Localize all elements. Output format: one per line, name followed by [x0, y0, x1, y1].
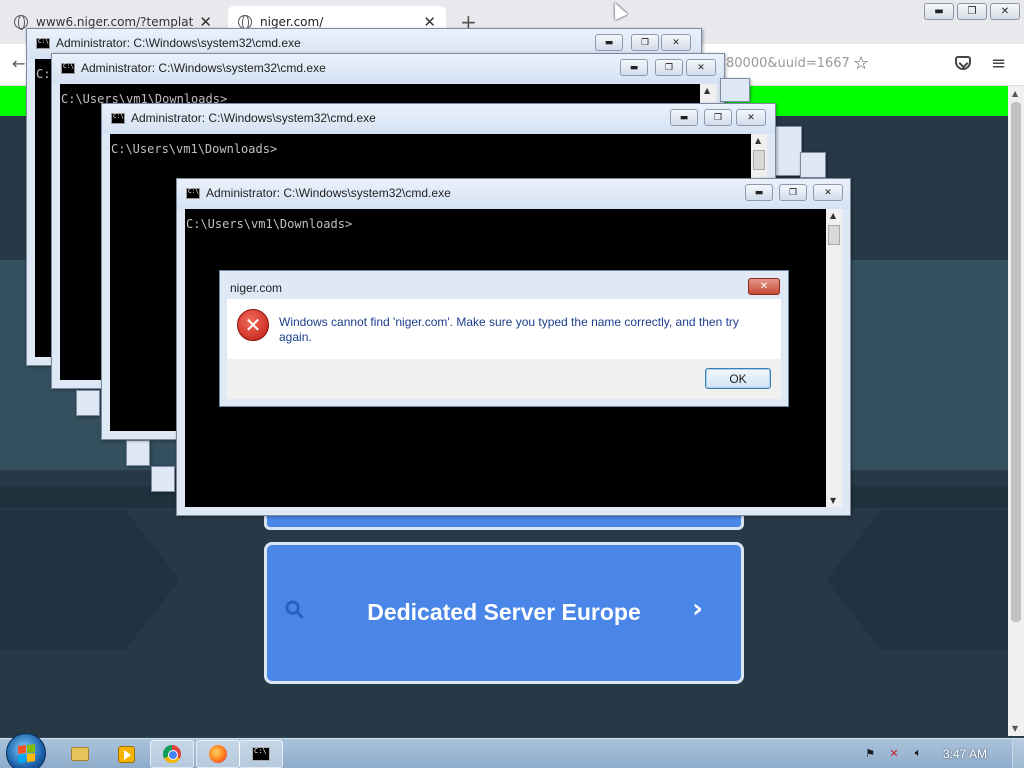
minimize-button[interactable]: ▬ — [670, 109, 698, 126]
error-icon: ✕ — [237, 309, 269, 341]
media-player-icon — [117, 745, 135, 763]
hamburger-menu-icon[interactable]: ≡ — [991, 53, 1006, 74]
taskbar-media-player-button[interactable] — [104, 740, 148, 768]
network-icon[interactable]: ✕ — [886, 745, 902, 761]
close-button[interactable]: ✕ — [661, 34, 691, 51]
taskbar: ⚑ ✕ 🔈︎ 3:47 AM — [0, 733, 1024, 768]
scroll-up-arrow-icon[interactable]: ▲ — [830, 211, 836, 220]
cmd-window-ghost — [126, 440, 150, 466]
globe-icon — [14, 15, 28, 30]
maximize-button[interactable]: ❐ — [779, 184, 807, 201]
firefox-icon — [209, 745, 227, 763]
pocket-icon[interactable] — [955, 56, 971, 70]
cmd-title: Administrator: C:\Windows\system32\cmd.e… — [131, 111, 376, 125]
dialog-body: ✕ Windows cannot find 'niger.com'. Make … — [227, 299, 781, 359]
cmd-icon — [111, 113, 125, 124]
tab-title: www6.niger.com/?template=AR — [36, 15, 194, 29]
cmd-window-ghost — [720, 78, 750, 102]
taskbar-cmd-button[interactable] — [239, 740, 283, 768]
close-button[interactable]: ✕ — [686, 59, 716, 76]
page-scrollbar[interactable]: ▲ ▼ — [1008, 86, 1024, 736]
url-bar-text[interactable]: 80000&uuid=1667 — [726, 56, 850, 71]
dialog-footer: OK — [227, 359, 781, 399]
close-button[interactable]: ✕ — [813, 184, 843, 201]
taskbar-firefox-button[interactable] — [196, 740, 240, 768]
background-hexagon-left — [0, 510, 180, 650]
scroll-up-arrow-icon[interactable]: ▲ — [704, 86, 710, 95]
scroll-up-arrow-icon[interactable]: ▲ — [755, 136, 761, 145]
minimize-button[interactable]: ▬ — [595, 34, 623, 51]
globe-icon — [238, 15, 252, 30]
dialog-title: niger.com — [230, 281, 283, 295]
tab-title: niger.com/ — [260, 15, 324, 29]
close-button[interactable]: ✕ — [736, 109, 766, 126]
cmd-icon — [36, 38, 50, 49]
chevron-right-icon: › — [692, 594, 703, 624]
windows-logo-icon — [17, 743, 35, 763]
cmd-window-ghost — [800, 152, 826, 178]
taskbar-clock[interactable]: 3:47 AM — [943, 747, 987, 761]
cmd-window-ghost — [774, 126, 802, 176]
action-center-icon[interactable]: ⚑ — [862, 745, 878, 761]
taskbar-explorer-button[interactable] — [58, 740, 102, 768]
maximize-button[interactable]: ❐ — [704, 109, 732, 126]
cmd-icon — [252, 747, 270, 761]
cmd-titlebar[interactable]: Administrator: C:\Windows\system32\cmd.e… — [177, 179, 850, 209]
server-card-title: Dedicated Server Europe — [367, 599, 641, 625]
taskbar-chrome-button[interactable] — [150, 740, 194, 768]
cmd-title: Administrator: C:\Windows\system32\cmd.e… — [81, 61, 326, 75]
minimize-button[interactable]: ▬ — [745, 184, 773, 201]
error-dialog[interactable]: niger.com ✕ ✕ Windows cannot find 'niger… — [219, 270, 789, 407]
cmd-titlebar[interactable]: Administrator: C:\Windows\system32\cmd.e… — [102, 104, 775, 134]
cmd-scrollbar[interactable]: ▲ ▼ — [826, 209, 842, 507]
close-button[interactable]: ✕ — [990, 3, 1020, 20]
minimize-button[interactable]: ▬ — [620, 59, 648, 76]
maximize-button[interactable]: ❐ — [957, 3, 987, 20]
minimize-button[interactable]: ▬ — [924, 3, 954, 20]
browser-window-controls: ▬ ❐ ✕ — [924, 3, 1020, 20]
chrome-icon — [163, 745, 181, 763]
scrollbar-thumb[interactable] — [828, 225, 840, 245]
dialog-message: Windows cannot find 'niger.com'. Make su… — [279, 315, 739, 344]
ok-button[interactable]: OK — [705, 368, 771, 389]
start-button[interactable] — [6, 733, 46, 768]
dialog-close-button[interactable]: ✕ — [748, 278, 780, 295]
cmd-titlebar[interactable]: Administrator: C:\Windows\system32\cmd.e… — [52, 54, 724, 84]
cmd-icon — [186, 188, 200, 199]
scrollbar-thumb[interactable] — [753, 150, 765, 170]
scroll-down-arrow-icon[interactable]: ▼ — [1012, 724, 1018, 733]
cmd-window-ghost — [151, 466, 175, 492]
back-arrow-icon[interactable]: ← — [12, 54, 25, 73]
cmd-window-ghost — [76, 390, 100, 416]
background-hexagon-right — [826, 510, 1008, 650]
scrollbar-thumb[interactable] — [1011, 102, 1021, 622]
system-tray: ⚑ ✕ 🔈︎ — [862, 745, 926, 761]
scroll-down-arrow-icon[interactable]: ▼ — [830, 496, 836, 505]
server-card-dedicated-europe[interactable]: Dedicated Server Europe › — [264, 542, 744, 684]
maximize-button[interactable]: ❐ — [631, 34, 659, 51]
folder-icon — [71, 747, 89, 761]
cmd-title: Administrator: C:\Windows\system32\cmd.e… — [56, 36, 301, 50]
show-desktop-button[interactable] — [1012, 739, 1024, 768]
bookmark-star-icon[interactable]: ☆ — [853, 53, 869, 74]
maximize-button[interactable]: ❐ — [655, 59, 683, 76]
volume-icon[interactable]: 🔈︎ — [910, 745, 926, 761]
cmd-title: Administrator: C:\Windows\system32\cmd.e… — [206, 186, 451, 200]
cmd-icon — [61, 63, 75, 74]
scroll-up-arrow-icon[interactable]: ▲ — [1012, 89, 1018, 98]
